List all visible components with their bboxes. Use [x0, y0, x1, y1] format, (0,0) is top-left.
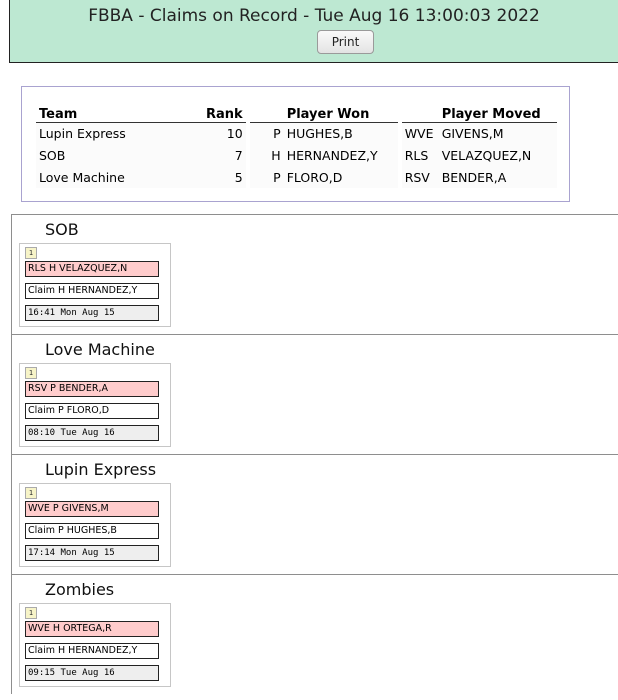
claim-number: 1: [25, 367, 37, 379]
table-row: SOB 7 H HERNANDEZ,Y RLS VELAZQUEZ,N: [36, 144, 557, 166]
table-row: Love Machine 5 P FLORO,D RSV BENDER,A: [36, 166, 557, 188]
team-name: SOB: [45, 220, 79, 239]
claims-summary: Team Rank Player Won Player Moved Lupin …: [21, 86, 570, 202]
team-name: Love Machine: [45, 340, 155, 359]
player-won-cell: FLORO,D: [283, 166, 398, 188]
action-column-header: [401, 100, 439, 123]
summary-header-row: Team Rank Player Won Player Moved: [36, 100, 557, 123]
position-cell: P: [249, 122, 284, 144]
claim-player-line: Claim H HERNANDEZ,Y: [25, 283, 159, 299]
claim-timestamp: 08:10 Tue Aug 16: [25, 425, 159, 441]
team-section-zombies: Zombies 1 WVE H ORTEGA,R Claim H HERNAND…: [11, 574, 618, 694]
table-row: Lupin Express 10 P HUGHES,B WVE GIVENS,M: [36, 122, 557, 144]
action-cell: WVE: [401, 122, 439, 144]
claim-card: 1 WVE P GIVENS,M Claim P HUGHES,B 17:14 …: [19, 483, 171, 567]
page-header: FBBA - Claims on Record - Tue Aug 16 13:…: [9, 0, 618, 63]
claim-timestamp: 17:14 Mon Aug 15: [25, 545, 159, 561]
claim-card: 1 RSV P BENDER,A Claim P FLORO,D 08:10 T…: [19, 363, 171, 447]
position-cell: P: [249, 166, 284, 188]
claim-player-line: Claim P HUGHES,B: [25, 523, 159, 539]
claim-number: 1: [25, 247, 37, 259]
claim-move-line: WVE P GIVENS,M: [25, 501, 159, 517]
claim-card: 1 RLS H VELAZQUEZ,N Claim H HERNANDEZ,Y …: [19, 243, 171, 327]
claim-player-line: Claim H HERNANDEZ,Y: [25, 643, 159, 659]
player-moved-cell: BENDER,A: [438, 166, 557, 188]
action-cell: RLS: [401, 144, 439, 166]
team-cell: Lupin Express: [36, 122, 203, 144]
team-section-love-machine: Love Machine 1 RSV P BENDER,A Claim P FL…: [11, 334, 618, 454]
player-won-cell: HERNANDEZ,Y: [283, 144, 398, 166]
page-title: FBBA - Claims on Record - Tue Aug 16 13:…: [88, 6, 540, 26]
team-cell: Love Machine: [36, 166, 203, 188]
player-won-cell: HUGHES,B: [283, 122, 398, 144]
claim-move-line: WVE H ORTEGA,R: [25, 621, 159, 637]
team-section-lupin-express: Lupin Express 1 WVE P GIVENS,M Claim P H…: [11, 454, 618, 574]
claim-player-line: Claim P FLORO,D: [25, 403, 159, 419]
team-section-sob: SOB 1 RLS H VELAZQUEZ,N Claim H HERNANDE…: [11, 214, 618, 334]
rank-column-header: Rank: [203, 100, 246, 123]
claim-move-line: RSV P BENDER,A: [25, 381, 159, 397]
rank-cell: 10: [203, 122, 246, 144]
position-column-header: [249, 100, 284, 123]
team-column-header: Team: [36, 100, 203, 123]
rank-cell: 5: [203, 166, 246, 188]
position-cell: H: [249, 144, 284, 166]
claim-move-line: RLS H VELAZQUEZ,N: [25, 261, 159, 277]
team-name: Lupin Express: [45, 460, 157, 479]
player-moved-cell: VELAZQUEZ,N: [438, 144, 557, 166]
team-cell: SOB: [36, 144, 203, 166]
team-name: Zombies: [45, 580, 115, 599]
action-cell: RSV: [401, 166, 439, 188]
player-won-column-header: Player Won: [283, 100, 398, 123]
claim-timestamp: 09:15 Tue Aug 16: [25, 665, 159, 681]
claim-timestamp: 16:41 Mon Aug 15: [25, 305, 159, 321]
rank-cell: 7: [203, 144, 246, 166]
claims-summary-table: Team Rank Player Won Player Moved Lupin …: [36, 100, 557, 188]
player-moved-cell: GIVENS,M: [438, 122, 557, 144]
print-button[interactable]: Print: [317, 30, 374, 54]
claim-card: 1 WVE H ORTEGA,R Claim H HERNANDEZ,Y 09:…: [19, 603, 171, 687]
claim-number: 1: [25, 487, 37, 499]
claim-number: 1: [25, 607, 37, 619]
player-moved-column-header: Player Moved: [438, 100, 557, 123]
